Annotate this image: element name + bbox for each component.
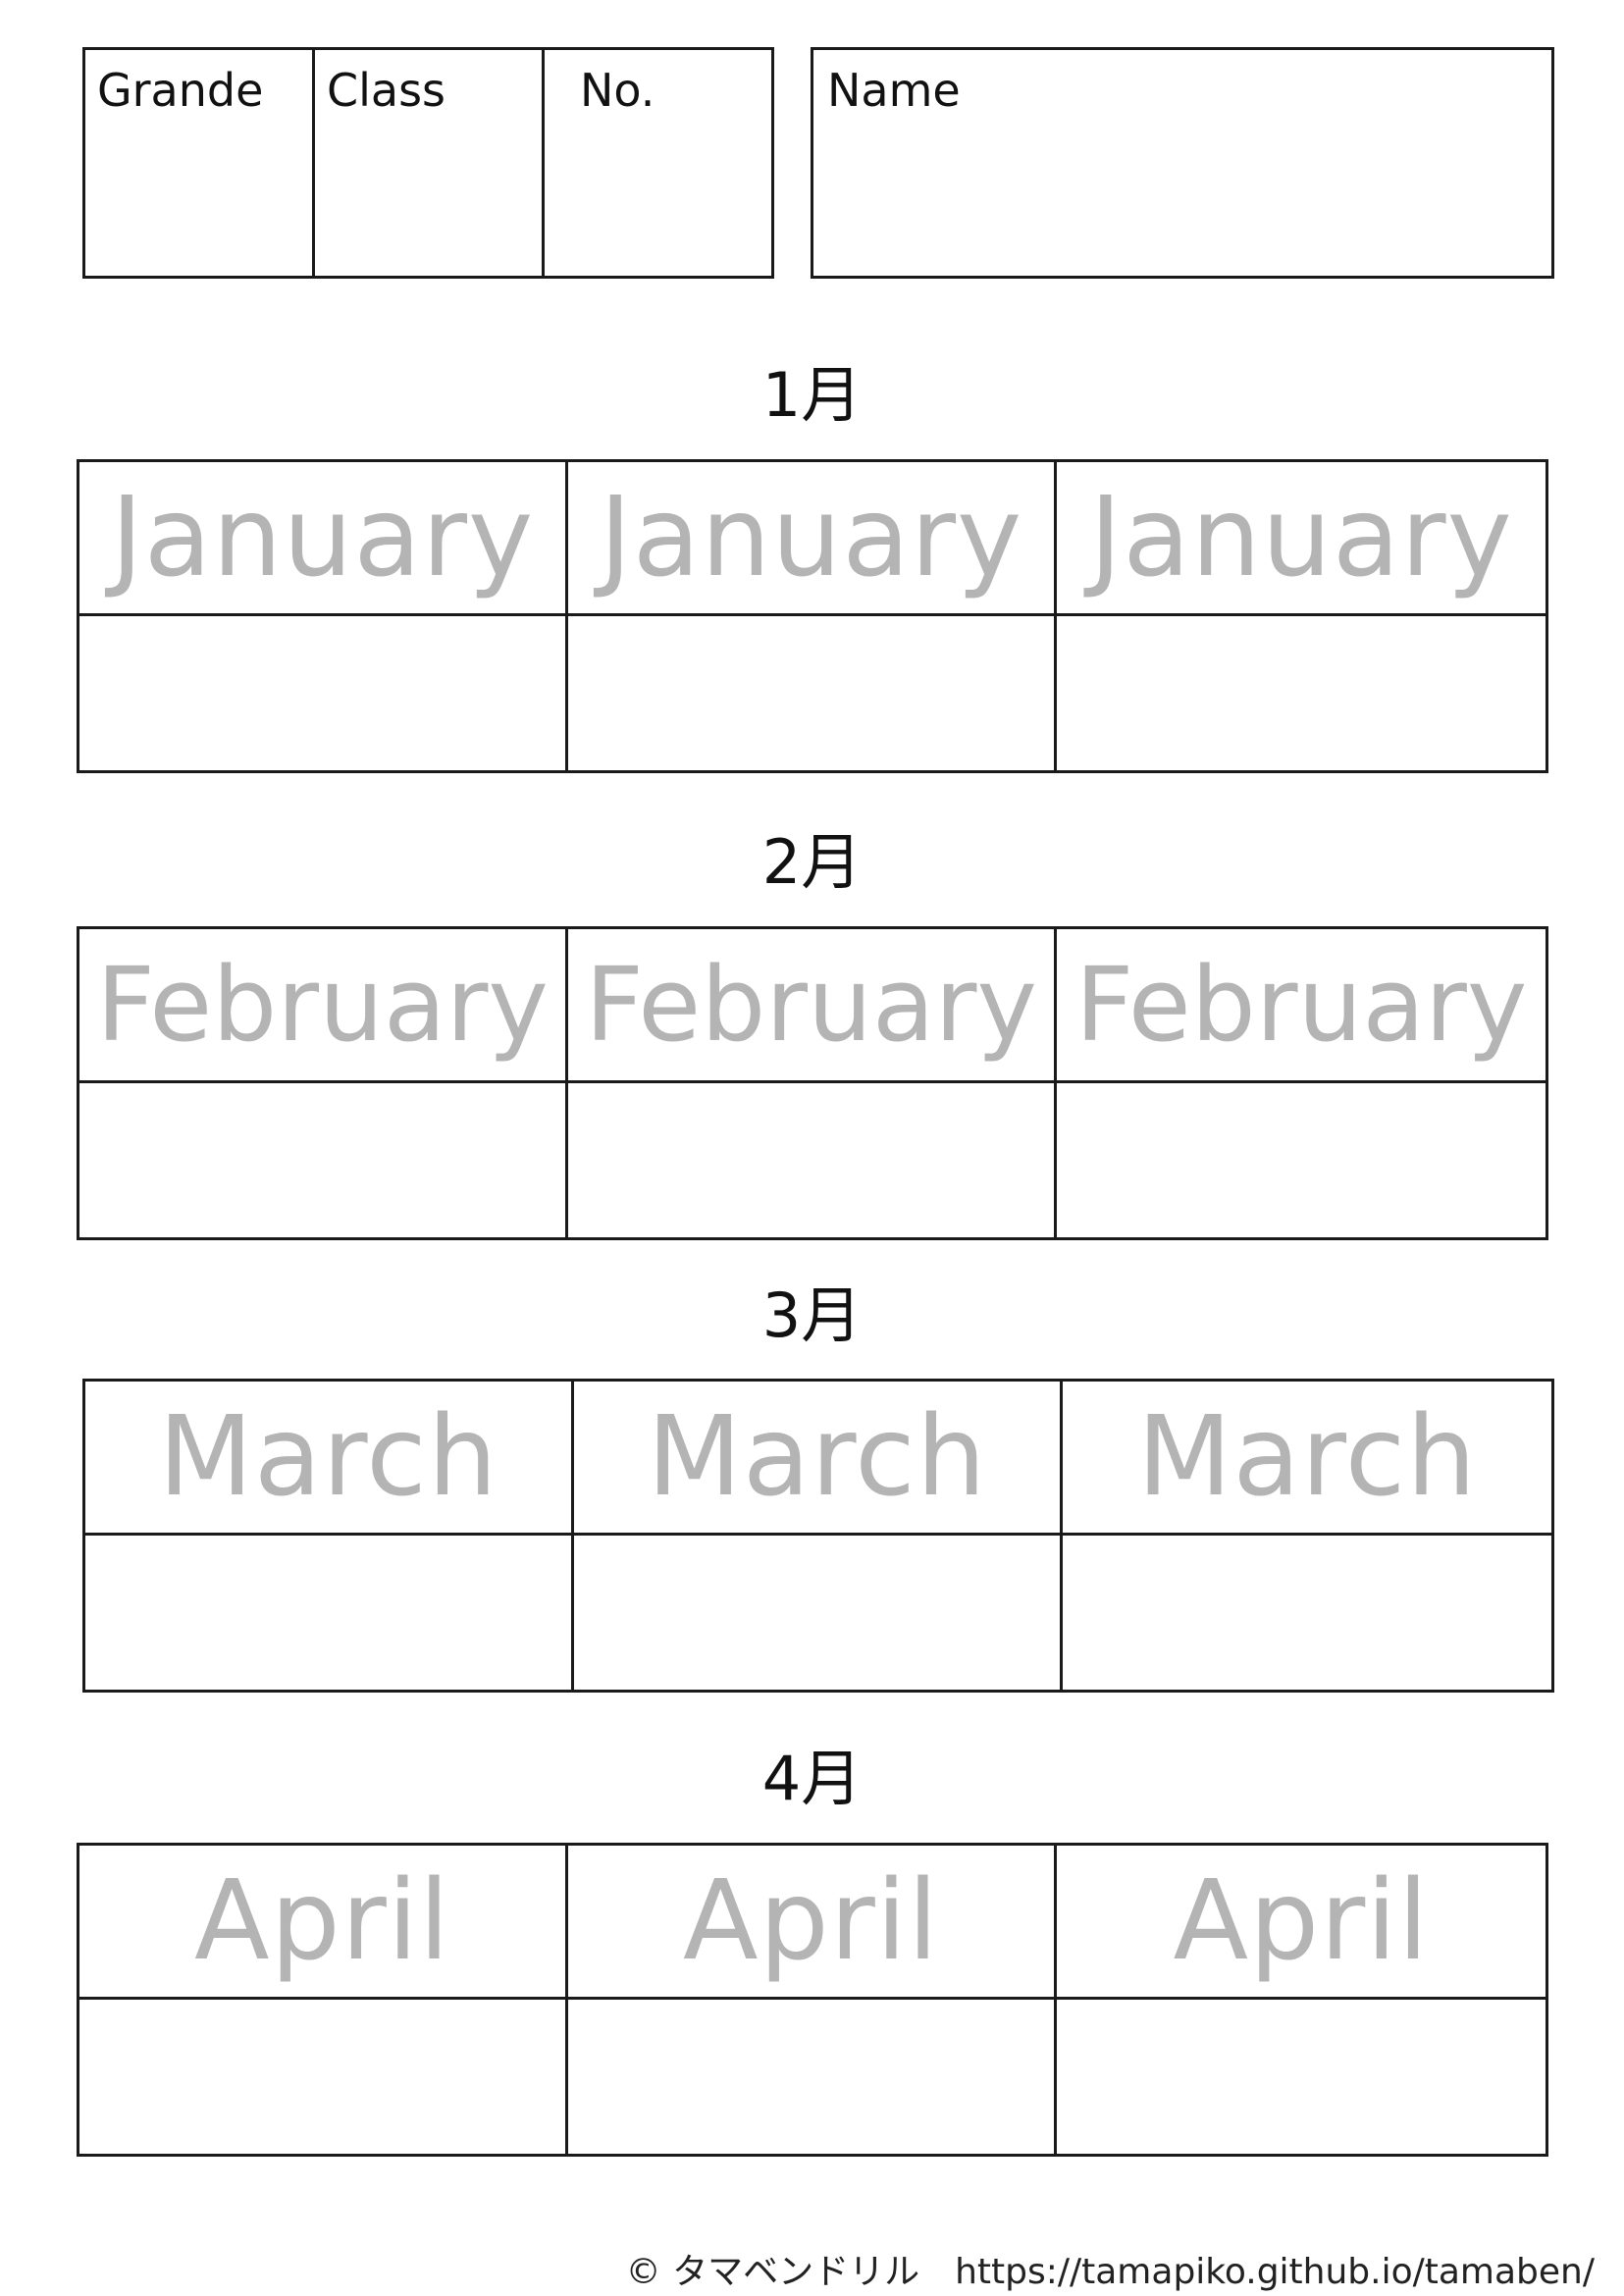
- writing-cell[interactable]: [568, 1083, 1057, 1237]
- writing-cell[interactable]: [568, 616, 1057, 770]
- month-title-3: 3月: [761, 1279, 863, 1351]
- trace-word: January: [1089, 474, 1513, 601]
- trace-word: March: [158, 1393, 498, 1521]
- trace-cell: March: [1063, 1382, 1551, 1536]
- writing-cell[interactable]: [1057, 2000, 1545, 2154]
- writing-cell[interactable]: [574, 1536, 1063, 1690]
- trace-word: February: [585, 945, 1037, 1065]
- trace-word: March: [647, 1393, 987, 1521]
- trace-cell: April: [568, 1846, 1057, 2000]
- trace-word: April: [1173, 1857, 1430, 1985]
- grade-label: Grande: [97, 64, 264, 117]
- class-cell[interactable]: Class: [315, 50, 545, 276]
- trace-cell: February: [1057, 929, 1545, 1083]
- writing-cell[interactable]: [568, 2000, 1057, 2154]
- number-cell[interactable]: No.: [545, 50, 771, 276]
- writing-cell[interactable]: [1063, 1536, 1551, 1690]
- trace-word: January: [599, 474, 1023, 601]
- site-url-link[interactable]: https://tamapiko.github.io/tamaben/: [955, 2252, 1595, 2292]
- trace-word: April: [683, 1857, 939, 1985]
- grade-cell[interactable]: Grande: [85, 50, 315, 276]
- trace-cell: January: [1057, 462, 1545, 616]
- class-label: Class: [327, 64, 446, 117]
- month-grid-february: February February February: [77, 926, 1548, 1240]
- number-label: No.: [580, 64, 655, 117]
- writing-cell[interactable]: [79, 2000, 568, 2154]
- student-info-table: Grande Class No.: [82, 47, 774, 279]
- name-label: Name: [827, 64, 961, 117]
- footer: © タマベンドリル https://tamapiko.github.io/tama…: [591, 2243, 1595, 2294]
- writing-cell[interactable]: [1057, 616, 1545, 770]
- writing-cell[interactable]: [85, 1536, 574, 1690]
- month-grid-january: January January January: [77, 459, 1548, 773]
- trace-cell: April: [79, 1846, 568, 2000]
- trace-cell: January: [79, 462, 568, 616]
- trace-word: March: [1136, 1393, 1478, 1521]
- trace-cell: April: [1057, 1846, 1545, 2000]
- trace-cell: February: [79, 929, 568, 1083]
- writing-cell[interactable]: [1057, 1083, 1545, 1237]
- trace-cell: March: [85, 1382, 574, 1536]
- trace-word: April: [194, 1857, 450, 1985]
- month-grid-march: March March March: [82, 1379, 1554, 1693]
- copyright-text: © タマベンドリル: [625, 2252, 920, 2292]
- trace-word: January: [110, 474, 535, 601]
- trace-word: February: [1074, 945, 1528, 1065]
- month-grid-april: April April April: [77, 1843, 1548, 2157]
- month-title-1: 1月: [761, 359, 863, 431]
- trace-cell: March: [574, 1382, 1063, 1536]
- month-title-2: 2月: [761, 826, 863, 898]
- trace-word: February: [96, 945, 549, 1065]
- name-field[interactable]: Name: [811, 47, 1554, 279]
- trace-cell: January: [568, 462, 1057, 616]
- month-title-4: 4月: [761, 1743, 863, 1814]
- trace-cell: February: [568, 929, 1057, 1083]
- writing-cell[interactable]: [79, 1083, 568, 1237]
- writing-cell[interactable]: [79, 616, 568, 770]
